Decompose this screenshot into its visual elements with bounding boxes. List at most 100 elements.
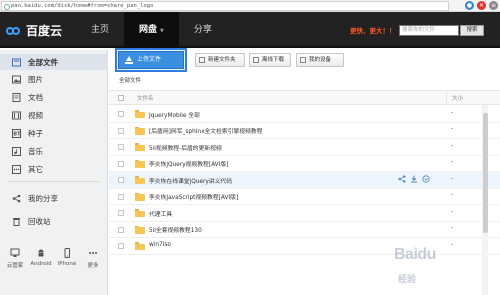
chevron-down-icon: ▼ (160, 28, 164, 34)
offline-download-label: 离线下载 (262, 57, 285, 63)
device-label: Android (30, 261, 52, 267)
file-size: - (451, 109, 454, 116)
search-button[interactable]: 搜索 (460, 25, 484, 36)
sidebar-item-images[interactable]: 图片 (0, 71, 108, 87)
logo-text: 百度云 (26, 23, 63, 38)
device-android[interactable]: Android (30, 248, 52, 269)
file-name[interactable]: 李炎恢jQuery视频教程[AVI版] (149, 159, 228, 168)
sidebar-item-music[interactable]: 音乐 (0, 143, 108, 159)
column-header-size[interactable]: 大小 (452, 94, 463, 102)
nav-item-home[interactable]: 主页 (76, 12, 124, 48)
device-label: 云管家 (6, 263, 24, 269)
sidebar-item-videos[interactable]: 视频 (0, 107, 108, 123)
row-checkbox[interactable] (118, 226, 124, 233)
url-field[interactable]: pan.baidu.com/disk/home#from=share_pan_l… (1, 1, 449, 11)
file-name[interactable]: [后盾网]网军_sphinx全文检索引擎视频教程 (149, 126, 262, 135)
my-devices-button[interactable]: 我的设备 (296, 53, 344, 67)
share-icon[interactable] (398, 175, 406, 183)
upload-button[interactable]: 上传文件 (118, 51, 184, 69)
settings-icon[interactable]: ≡ (489, 1, 498, 10)
row-checkbox[interactable] (118, 210, 124, 216)
sidebar: 全部文件 图片 文档 视频 BT 种子 音乐 其它 我的分享 回收站 云管家 A… (0, 50, 108, 295)
other-icon (12, 164, 21, 174)
select-all-checkbox[interactable] (118, 95, 124, 101)
browser-buttons: ● ✕ ≡ (465, 1, 498, 10)
table-row[interactable]: JqueryMobile 全部 - (109, 106, 500, 123)
sidebar-item-other[interactable]: 其它 (0, 161, 108, 177)
top-navigation: 百度云 主页 网盘 ▼ 分享 更快、更大！！ 搜索你的文件 搜索 (0, 12, 500, 48)
download-icon[interactable] (410, 175, 418, 183)
close-icon[interactable]: ✕ (477, 1, 486, 10)
device-desktop[interactable]: 云管家 (4, 248, 26, 269)
file-size: - (451, 126, 454, 132)
table-row[interactable]: [后盾网]网军_sphinx全文检索引擎视频教程 - (109, 123, 500, 139)
more-options-icon[interactable] (422, 175, 430, 183)
nav-item-share[interactable]: 分享 (179, 12, 227, 48)
watermark-brand: Baidu (394, 246, 436, 263)
sidebar-item-label: 我的分享 (28, 193, 58, 203)
search-input[interactable]: 搜索你的文件 (399, 25, 459, 36)
table-row[interactable]: 李炎恢jQuery视频教程[AVI版] - (109, 156, 500, 172)
desktop-icon (10, 248, 20, 258)
upload-icon (126, 56, 132, 61)
promo-link[interactable]: 更快、更大！！ (350, 25, 396, 35)
sidebar-item-documents[interactable]: 文档 (0, 89, 108, 105)
row-checkbox[interactable] (118, 177, 124, 183)
new-folder-button[interactable]: 新建文件夹 (195, 53, 245, 67)
row-checkbox[interactable] (118, 193, 124, 200)
sidebar-item-recycle-bin[interactable]: 回收站 (0, 213, 108, 229)
cloud-logo-icon (6, 25, 22, 36)
file-size: - (451, 225, 454, 231)
iphone-icon (62, 248, 72, 258)
folder-icon (135, 192, 145, 201)
table-row[interactable]: 5ii全套视频教程130 - (109, 222, 500, 238)
row-checkbox[interactable] (118, 111, 124, 117)
table-row[interactable]: 代理工具 - (109, 205, 500, 222)
file-name[interactable]: 5ii全套视频教程130 (149, 225, 202, 234)
device-iphone[interactable]: iPhone (56, 248, 78, 269)
upload-label: 上传文件 (137, 56, 162, 63)
device-downloads: 云管家 Android iPhone 更多 (4, 248, 104, 269)
sidebar-item-label: 图片 (28, 74, 43, 84)
sidebar-item-all-files[interactable]: 全部文件 (0, 54, 108, 70)
column-divider (446, 91, 447, 106)
sidebar-divider (8, 181, 100, 182)
scrollbar-thumb[interactable] (482, 113, 488, 233)
file-name[interactable]: JqueryMobile 全部 (149, 110, 200, 119)
row-checkbox[interactable] (118, 144, 124, 150)
table-row[interactable]: 李炎恢JavaScript视频教程[AVI版] - (109, 189, 500, 205)
breadcrumb[interactable]: 全部文件 (119, 76, 141, 84)
nav-item-netdisk[interactable]: 网盘 ▼ (124, 12, 179, 48)
device-more[interactable]: 更多 (82, 248, 104, 269)
row-checkbox[interactable] (118, 160, 124, 167)
sidebar-item-label: 种子 (28, 128, 43, 138)
offline-download-button[interactable]: 离线下载 (249, 53, 291, 67)
table-row-hovered[interactable]: 李炎恢在线课堂jQuery讲义代码 - (109, 172, 500, 189)
column-header-name[interactable]: 文件名 (137, 94, 154, 102)
file-name[interactable]: 李炎恢JavaScript视频教程[AVI版] (149, 192, 238, 201)
row-checkbox[interactable] (118, 243, 124, 249)
sidebar-item-label: 回收站 (28, 216, 51, 226)
folder-icon (135, 242, 145, 250)
torrent-icon: BT (12, 128, 21, 138)
folder-icon (135, 110, 145, 118)
row-actions (398, 175, 430, 183)
share-icon (12, 194, 21, 203)
file-name[interactable]: 5ii视频教程-后盾的更新视频 (149, 143, 222, 152)
more-icon (88, 248, 98, 258)
globe-icon (4, 4, 10, 10)
table-row[interactable]: 5ii视频教程-后盾的更新视频 - (109, 139, 500, 156)
logo[interactable]: 百度云 (6, 20, 62, 40)
file-name[interactable]: 代理工具 (149, 209, 172, 218)
row-checkbox[interactable] (118, 127, 124, 134)
file-name[interactable]: win7iso (149, 242, 171, 248)
my-devices-label: 我的设备 (309, 57, 332, 63)
toolbar: 上传文件 新建文件夹 离线下载 我的设备 (109, 48, 500, 72)
baidu-paw-icon[interactable]: ● (465, 1, 474, 10)
sidebar-item-torrents[interactable]: BT 种子 (0, 125, 108, 141)
nav-items: 主页 网盘 ▼ 分享 (76, 12, 227, 48)
offline-download-icon (253, 57, 259, 63)
file-name[interactable]: 李炎恢在线课堂jQuery讲义代码 (149, 176, 232, 185)
document-icon (12, 92, 21, 102)
sidebar-item-my-share[interactable]: 我的分享 (0, 190, 108, 206)
